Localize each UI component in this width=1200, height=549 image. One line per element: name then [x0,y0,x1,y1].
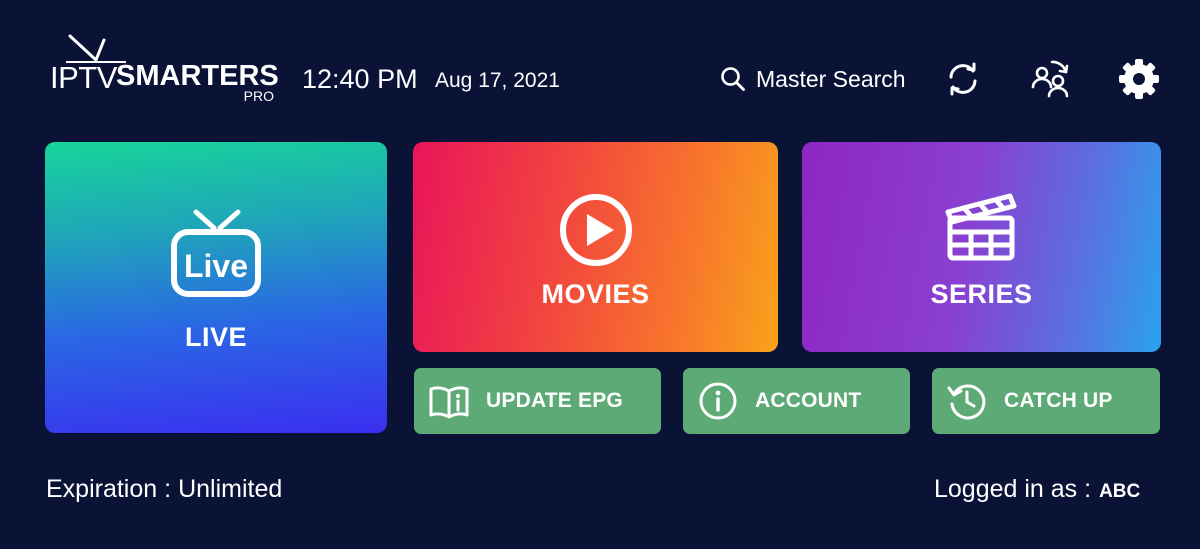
reload-icon [949,62,977,96]
expiration-value: Unlimited [178,475,283,503]
live-label: LIVE [184,322,247,352]
movies-tile[interactable]: MOVIES [413,142,778,352]
app-logo: IPTV SMARTERS PRO [48,34,280,106]
logged-in-label: Logged in as : [934,475,1092,503]
settings-button[interactable] [1118,58,1160,100]
live-tile[interactable]: Live LIVE [45,142,387,433]
logo-iptv-text: IPTV [50,60,117,95]
clock-time: 12:40 PM [302,64,418,94]
gear-icon [1119,59,1159,99]
clapperboard-icon [945,193,1016,261]
clock-date: Aug 17, 2021 [435,69,560,92]
movies-label: MOVIES [541,279,650,309]
live-tv-icon: Live [171,209,261,297]
update-epg-button[interactable]: UPDATE EPG [414,368,661,434]
series-label: SERIES [930,279,1033,309]
switch-users-icon [1031,60,1069,98]
book-info-icon [429,386,469,419]
expiration-info: Expiration : Unlimited [46,475,282,504]
switch-users-button[interactable] [1028,56,1072,100]
master-search-label: Master Search [756,65,906,92]
search-icon [721,67,745,91]
catch-up-button[interactable]: CATCH UP [932,368,1160,434]
history-clock-icon [947,384,986,420]
logged-in-info: Logged in as : ABC [934,475,1140,504]
update-epg-label: UPDATE EPG [486,389,623,412]
catch-up-label: CATCH UP [1004,389,1113,412]
logged-in-user: ABC [1099,481,1141,502]
expiration-label: Expiration : [46,475,172,503]
reload-button[interactable] [944,60,982,98]
info-circle-icon [699,382,737,420]
master-search-button[interactable]: Master Search [720,62,906,96]
account-button[interactable]: ACCOUNT [683,368,910,434]
live-icon-text: Live [184,248,248,284]
play-circle-icon [559,194,632,266]
account-label: ACCOUNT [755,389,862,412]
logo-pro-text: PRO [243,88,274,104]
series-tile[interactable]: SERIES [802,142,1161,352]
